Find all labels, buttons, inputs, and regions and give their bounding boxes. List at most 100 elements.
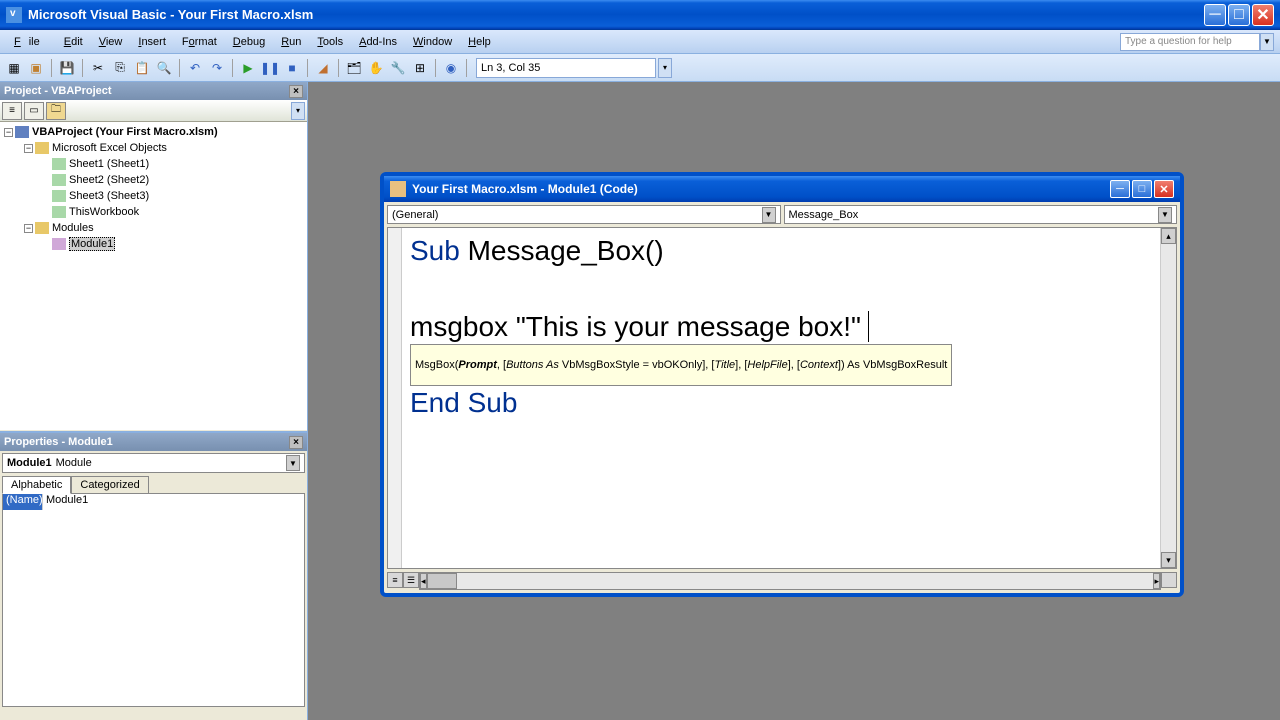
close-button[interactable]: ✕ xyxy=(1252,4,1274,26)
procedure-select-value: Message_Box xyxy=(789,209,859,221)
properties-object-select[interactable]: Module1 Module ▼ xyxy=(2,453,305,473)
menu-run[interactable]: Run xyxy=(273,33,309,51)
tree-folder-label: Microsoft Excel Objects xyxy=(52,142,167,154)
worksheet-icon xyxy=(52,174,66,186)
window-controls: ─ □ ✕ xyxy=(1204,4,1274,26)
properties-panel-close-button[interactable]: × xyxy=(289,436,303,449)
code-text: msgbox "This is your message box!" xyxy=(410,311,861,342)
code-window: Your First Macro.xlsm - Module1 (Code) ─… xyxy=(380,172,1184,597)
help-search-dropdown[interactable]: ▼ xyxy=(1260,33,1274,51)
code-window-title-text: Your First Macro.xlsm - Module1 (Code) xyxy=(412,182,638,196)
project-toolbar-overflow[interactable]: ▾ xyxy=(291,102,305,120)
menu-format[interactable]: Format xyxy=(174,33,225,51)
menu-addins[interactable]: Add-Ins xyxy=(351,33,405,51)
worksheet-icon xyxy=(52,190,66,202)
object-select-value: (General) xyxy=(392,209,438,221)
dropdown-icon[interactable]: ▼ xyxy=(1158,207,1172,223)
code-editor[interactable]: Sub Message_Box() msgbox "This is your m… xyxy=(402,228,1160,568)
toggle-folders-button[interactable]: 🗀 xyxy=(46,102,66,120)
project-panel-close-button[interactable]: × xyxy=(289,85,303,98)
tree-root[interactable]: − VBAProject (Your First Macro.xlsm) xyxy=(0,124,307,140)
code-window-titlebar[interactable]: Your First Macro.xlsm - Module1 (Code) ─… xyxy=(384,176,1180,202)
toolbox-button[interactable]: ⊞ xyxy=(410,58,430,78)
dropdown-icon[interactable]: ▼ xyxy=(286,455,300,471)
view-excel-button[interactable]: ▦ xyxy=(4,58,24,78)
tree-item-label: ThisWorkbook xyxy=(69,206,139,218)
code-maximize-button[interactable]: □ xyxy=(1132,180,1152,198)
tree-module1[interactable]: Module1 xyxy=(0,236,307,252)
vbaproject-icon xyxy=(15,126,29,138)
property-row[interactable]: (Name) Module1 xyxy=(3,494,304,510)
code-minimize-button[interactable]: ─ xyxy=(1110,180,1130,198)
minimize-button[interactable]: ─ xyxy=(1204,4,1226,26)
procedure-select[interactable]: Message_Box ▼ xyxy=(784,205,1178,224)
menu-file[interactable]: File xyxy=(6,33,56,51)
save-button[interactable]: 💾 xyxy=(57,58,77,78)
code-area-container: Sub Message_Box() msgbox "This is your m… xyxy=(387,227,1177,569)
property-value[interactable]: Module1 xyxy=(43,494,304,510)
project-explorer-button[interactable]: 🗂 xyxy=(344,58,364,78)
run-button[interactable]: ▶ xyxy=(238,58,258,78)
maximize-button[interactable]: □ xyxy=(1228,4,1250,26)
menu-debug[interactable]: Debug xyxy=(225,33,273,51)
folder-icon xyxy=(35,142,49,154)
tree-item-label: Sheet1 (Sheet1) xyxy=(69,158,149,170)
view-code-button[interactable]: ≡ xyxy=(2,102,22,120)
help-search-input[interactable]: Type a question for help xyxy=(1120,33,1260,51)
property-name: (Name) xyxy=(3,494,43,510)
help-button[interactable]: ◉ xyxy=(441,58,461,78)
scroll-thumb[interactable] xyxy=(427,573,457,589)
standard-toolbar: ▦ ▣ 💾 ✂ ⎘ 📋 🔍 ↶ ↷ ▶ ❚❚ ■ ◢ 🗂 ✋ 🔧 ⊞ ◉ Ln … xyxy=(0,54,1280,82)
code-close-button[interactable]: ✕ xyxy=(1154,180,1174,198)
tree-thisworkbook[interactable]: ThisWorkbook xyxy=(0,204,307,220)
find-button[interactable]: 🔍 xyxy=(154,58,174,78)
vertical-scrollbar[interactable]: ▴ ▾ xyxy=(1160,228,1176,568)
collapse-icon[interactable]: − xyxy=(4,128,13,137)
menu-window[interactable]: Window xyxy=(405,33,460,51)
stop-button[interactable]: ■ xyxy=(282,58,302,78)
collapse-icon[interactable]: − xyxy=(24,224,33,233)
tree-excel-objects[interactable]: − Microsoft Excel Objects xyxy=(0,140,307,156)
properties-button[interactable]: ✋ xyxy=(366,58,386,78)
code-margin xyxy=(388,228,402,568)
redo-button[interactable]: ↷ xyxy=(207,58,227,78)
cut-button[interactable]: ✂ xyxy=(88,58,108,78)
collapse-icon[interactable]: − xyxy=(24,144,33,153)
insert-button[interactable]: ▣ xyxy=(26,58,46,78)
copy-button[interactable]: ⎘ xyxy=(110,58,130,78)
menu-edit[interactable]: Edit xyxy=(56,33,91,51)
module-icon xyxy=(52,238,66,250)
horizontal-scrollbar[interactable]: ◂ ▸ xyxy=(419,572,1161,590)
scroll-right-button[interactable]: ▸ xyxy=(1153,573,1160,589)
mdi-area: Project - VBAProject × ≡ ▭ 🗀 ▾ − VBAProj… xyxy=(0,82,1280,720)
view-object-button[interactable]: ▭ xyxy=(24,102,44,120)
menu-view[interactable]: View xyxy=(91,33,131,51)
project-panel-title-text: Project - VBAProject xyxy=(4,85,112,97)
scroll-down-button[interactable]: ▾ xyxy=(1161,552,1176,568)
tree-sheet1[interactable]: Sheet1 (Sheet1) xyxy=(0,156,307,172)
tree-sheet3[interactable]: Sheet3 (Sheet3) xyxy=(0,188,307,204)
code-text: Message_Box() xyxy=(460,235,664,266)
resize-grip[interactable] xyxy=(1161,572,1177,588)
scroll-up-button[interactable]: ▴ xyxy=(1161,228,1176,244)
tab-alphabetic[interactable]: Alphabetic xyxy=(2,476,71,494)
tree-modules[interactable]: − Modules xyxy=(0,220,307,236)
tree-sheet2[interactable]: Sheet2 (Sheet2) xyxy=(0,172,307,188)
full-module-view-button[interactable]: ☰ xyxy=(403,572,419,588)
menu-insert[interactable]: Insert xyxy=(130,33,174,51)
object-select[interactable]: (General) ▼ xyxy=(387,205,781,224)
keyword: End Sub xyxy=(410,387,517,418)
procedure-view-button[interactable]: ≡ xyxy=(387,572,403,588)
properties-grid[interactable]: (Name) Module1 xyxy=(2,493,305,707)
design-mode-button[interactable]: ◢ xyxy=(313,58,333,78)
tab-categorized[interactable]: Categorized xyxy=(71,476,148,494)
undo-button[interactable]: ↶ xyxy=(185,58,205,78)
project-tree[interactable]: − VBAProject (Your First Macro.xlsm) − M… xyxy=(0,122,307,430)
paste-button[interactable]: 📋 xyxy=(132,58,152,78)
dropdown-icon[interactable]: ▼ xyxy=(762,207,776,223)
menu-help[interactable]: Help xyxy=(460,33,499,51)
pause-button[interactable]: ❚❚ xyxy=(260,58,280,78)
toolbar-overflow[interactable]: ▾ xyxy=(658,58,672,78)
menu-tools[interactable]: Tools xyxy=(309,33,351,51)
object-browser-button[interactable]: 🔧 xyxy=(388,58,408,78)
